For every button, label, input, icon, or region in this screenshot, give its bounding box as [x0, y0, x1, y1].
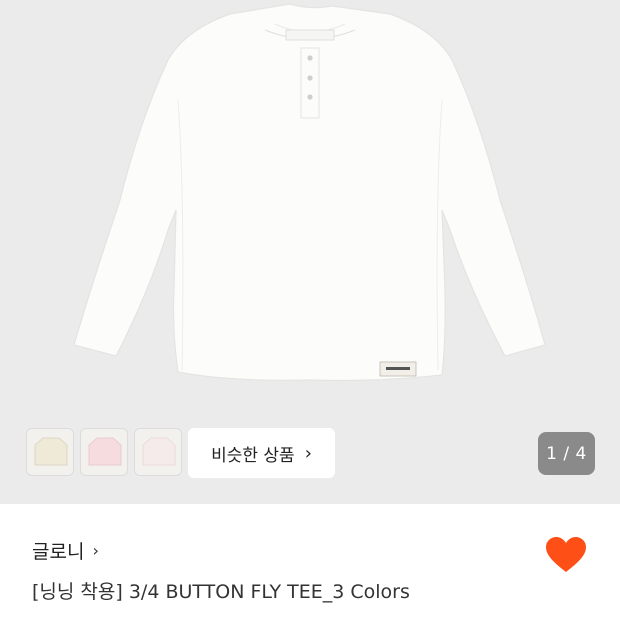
shirt-thumb-icon: [88, 437, 122, 466]
chevron-right-icon: ›: [304, 442, 312, 464]
shirt-thumb-icon: [34, 437, 68, 466]
brand-name: 글로니: [32, 541, 85, 563]
product-main-image: [73, 3, 546, 382]
thumbnail-light-pink[interactable]: [134, 428, 182, 476]
product-image-gallery[interactable]: 비슷한 상품 › 1 / 4: [0, 0, 620, 504]
product-title: [닝닝 착용] 3/4 BUTTON FLY TEE_3 Colors: [32, 581, 410, 603]
similar-products-label: 비슷한 상품: [211, 445, 295, 466]
brand-link[interactable]: 글로니 ›: [32, 537, 99, 564]
thumbnail-strip: [26, 428, 182, 476]
heart-icon[interactable]: [545, 536, 587, 574]
shirt-thumb-icon: [142, 437, 176, 466]
thumbnail-ivory[interactable]: [26, 428, 74, 476]
image-counter: 1 / 4: [538, 432, 595, 475]
chevron-right-icon: ›: [92, 541, 99, 560]
similar-products-button[interactable]: 비슷한 상품 ›: [188, 428, 335, 478]
thumbnail-pink[interactable]: [80, 428, 128, 476]
